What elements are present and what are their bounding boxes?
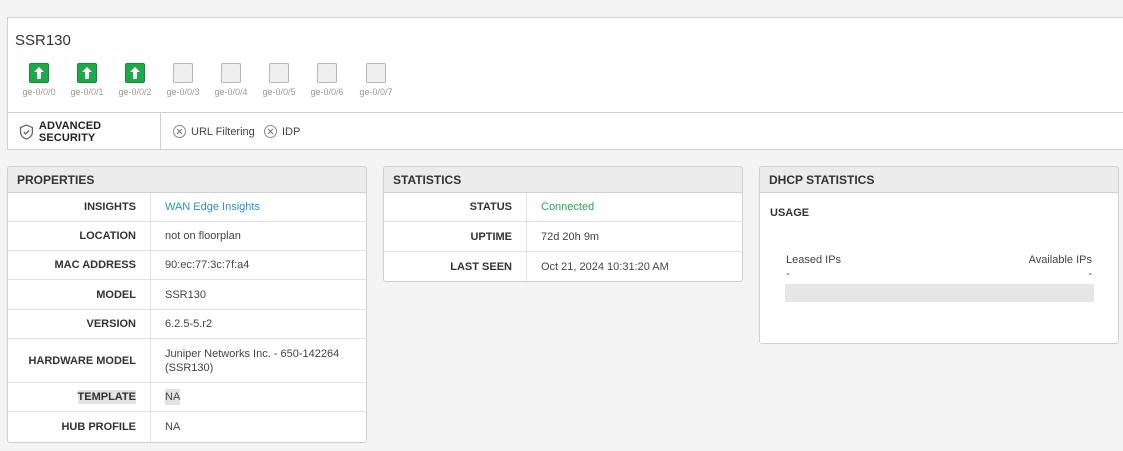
- port-up-icon: [125, 63, 145, 83]
- idp-label: IDP: [282, 125, 301, 138]
- shield-check-icon: [19, 123, 34, 140]
- status-value: Connected: [541, 201, 595, 213]
- stat-row-status: STATUS Connected: [384, 193, 742, 222]
- property-key: MODEL: [8, 280, 151, 309]
- property-key: VERSION: [8, 310, 151, 338]
- property-key: MAC ADDRESS: [8, 251, 151, 279]
- properties-title: PROPERTIES: [8, 167, 366, 193]
- property-row-version: VERSION 6.2.5-5.r2: [8, 310, 366, 339]
- url-filtering-item[interactable]: URL Filtering: [173, 113, 255, 150]
- port-label: ge-0/0/7: [359, 87, 393, 97]
- stat-key: UPTIME: [384, 222, 527, 251]
- property-value: SSR130: [165, 288, 206, 301]
- port-ge-0-0-5[interactable]: ge-0/0/5: [255, 63, 303, 97]
- property-row-hardware-model: HARDWARE MODEL Juniper Networks Inc. - 6…: [8, 339, 366, 383]
- dhcp-statistics-title: DHCP STATISTICS: [760, 167, 1118, 193]
- statistics-title: STATISTICS: [384, 167, 742, 193]
- property-key: HUB PROFILE: [8, 412, 151, 442]
- property-value: not on floorplan: [165, 230, 241, 242]
- port-ge-0-0-4[interactable]: ge-0/0/4: [207, 63, 255, 97]
- stat-row-uptime: UPTIME 72d 20h 9m: [384, 222, 742, 252]
- port-label: ge-0/0/3: [166, 87, 200, 97]
- port-label: ge-0/0/5: [262, 87, 296, 97]
- port-down-icon: [317, 63, 337, 83]
- stat-row-last-seen: LAST SEEN Oct 21, 2024 10:31:20 AM: [384, 252, 742, 281]
- port-down-icon: [366, 63, 386, 83]
- property-key: HARDWARE MODEL: [8, 339, 151, 382]
- port-up-icon: [29, 63, 49, 83]
- url-filtering-label: URL Filtering: [191, 125, 255, 138]
- stat-key: STATUS: [384, 193, 527, 221]
- port-label: ge-0/0/2: [118, 87, 152, 97]
- property-value: 90:ec:77:3c:7f:a4: [165, 259, 250, 271]
- property-key: INSIGHTS: [8, 193, 151, 221]
- port-ge-0-0-2[interactable]: ge-0/0/2: [111, 63, 159, 97]
- advanced-security-bar: ADVANCED SECURITY URL Filtering IDP: [8, 112, 1123, 150]
- property-value: NA: [165, 389, 181, 405]
- idp-item[interactable]: IDP: [264, 113, 300, 150]
- property-row-location: LOCATION not on floorplan: [8, 222, 366, 251]
- property-value: 6.2.5-5.r2: [165, 318, 213, 330]
- property-row-mac-address: MAC ADDRESS 90:ec:77:3c:7f:a4: [8, 251, 366, 280]
- disabled-x-icon: [264, 125, 277, 138]
- property-row-model: MODEL SSR130: [8, 280, 366, 310]
- disabled-x-icon: [173, 125, 186, 138]
- usage-bar: [785, 284, 1094, 302]
- property-row-hub-profile: HUB PROFILE NA: [8, 412, 366, 442]
- port-down-icon: [221, 63, 241, 83]
- available-ips-value: -: [1088, 268, 1092, 280]
- advanced-security-title: ADVANCED SECURITY: [8, 113, 161, 150]
- leased-ips-value: -: [786, 268, 790, 280]
- port-label: ge-0/0/0: [22, 87, 56, 97]
- port-down-icon: [173, 63, 193, 83]
- port-label: ge-0/0/4: [214, 87, 248, 97]
- wan-edge-insights-link[interactable]: WAN Edge Insights: [165, 200, 260, 214]
- device-name: SSR130: [15, 32, 71, 49]
- port-ge-0-0-6[interactable]: ge-0/0/6: [303, 63, 351, 97]
- port-ge-0-0-0[interactable]: ge-0/0/0: [15, 63, 63, 97]
- dhcp-statistics-panel: DHCP STATISTICS USAGE Leased IPs Availab…: [759, 166, 1119, 344]
- property-row-template: TEMPLATE NA: [8, 383, 366, 412]
- port-label: ge-0/0/6: [310, 87, 344, 97]
- property-key: TEMPLATE: [77, 390, 136, 404]
- property-value: NA: [165, 421, 181, 433]
- port-label: ge-0/0/1: [70, 87, 104, 97]
- property-row-insights: INSIGHTS WAN Edge Insights: [8, 193, 366, 222]
- port-ge-0-0-3[interactable]: ge-0/0/3: [159, 63, 207, 97]
- advanced-security-label: ADVANCED SECURITY: [38, 119, 102, 144]
- stat-value: Oct 21, 2024 10:31:20 AM: [541, 260, 669, 273]
- port-up-icon: [77, 63, 97, 83]
- property-key: LOCATION: [8, 222, 151, 250]
- device-card: SSR130 ge-0/0/0 ge-0/0/1 ge-0/0/2 ge-0/0…: [7, 17, 1123, 150]
- port-ge-0-0-1[interactable]: ge-0/0/1: [63, 63, 111, 97]
- properties-panel: PROPERTIES INSIGHTS WAN Edge Insights LO…: [7, 166, 367, 443]
- stat-value: 72d 20h 9m: [541, 230, 600, 243]
- available-ips-label: Available IPs: [1028, 254, 1092, 266]
- stat-key: LAST SEEN: [384, 252, 527, 281]
- property-value: Juniper Networks Inc. - 650-142264 (SSR1…: [165, 347, 340, 374]
- usage-label: USAGE: [770, 207, 810, 219]
- port-down-icon: [269, 63, 289, 83]
- leased-ips-label: Leased IPs: [786, 254, 842, 266]
- port-ge-0-0-7[interactable]: ge-0/0/7: [352, 63, 400, 97]
- statistics-panel: STATISTICS STATUS Connected UPTIME 72d 2…: [383, 166, 743, 282]
